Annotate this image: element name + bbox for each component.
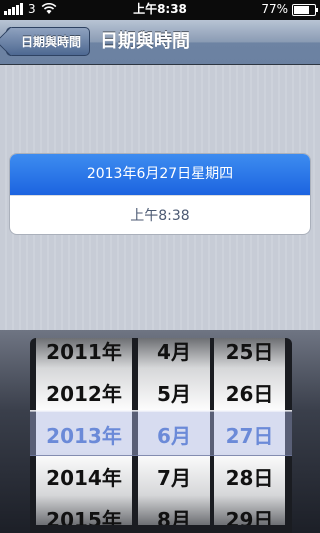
battery-fill	[294, 5, 309, 14]
page-title: 日期與時間	[100, 31, 190, 52]
date-row[interactable]: 2013年6月27日星期四	[10, 154, 310, 195]
battery-icon	[292, 3, 318, 16]
month-item: 7月	[157, 466, 191, 490]
year-item-selected: 2013年	[46, 424, 122, 448]
day-item-selected: 27日	[225, 424, 274, 448]
month-item: 4月	[157, 340, 191, 364]
date-time-group: 2013年6月27日星期四 上午8:38	[9, 153, 311, 235]
year-item: 2014年	[46, 466, 122, 490]
back-button-label: 日期與時間	[21, 35, 82, 49]
year-item: 2015年	[46, 508, 122, 525]
time-row[interactable]: 上午8:38	[10, 195, 310, 234]
battery-percent: 77%	[261, 2, 288, 16]
day-item: 26日	[225, 382, 274, 406]
content-area: 2013年6月27日星期四 上午8:38	[0, 65, 320, 330]
year-item: 2011年	[46, 340, 122, 364]
day-item: 28日	[225, 466, 274, 490]
year-item: 2012年	[46, 382, 122, 406]
year-wheel[interactable]: 2011年 2012年 2013年 2014年 2015年	[36, 338, 132, 525]
month-item-selected: 6月	[157, 424, 191, 448]
month-wheel[interactable]: 4月 5月 6月 7月 8月	[138, 338, 210, 525]
back-button[interactable]: 日期與時間	[0, 26, 91, 57]
status-right: 77%	[261, 2, 318, 17]
day-item: 25日	[225, 340, 274, 364]
day-item: 29日	[225, 508, 274, 525]
month-item: 8月	[157, 508, 191, 525]
day-wheel[interactable]: 25日 26日 27日 28日 29日	[214, 338, 285, 525]
status-bar: 3 上午8:38 77%	[0, 0, 320, 20]
navigation-bar: 日期與時間 日期與時間	[0, 20, 320, 65]
month-item: 5月	[157, 382, 191, 406]
